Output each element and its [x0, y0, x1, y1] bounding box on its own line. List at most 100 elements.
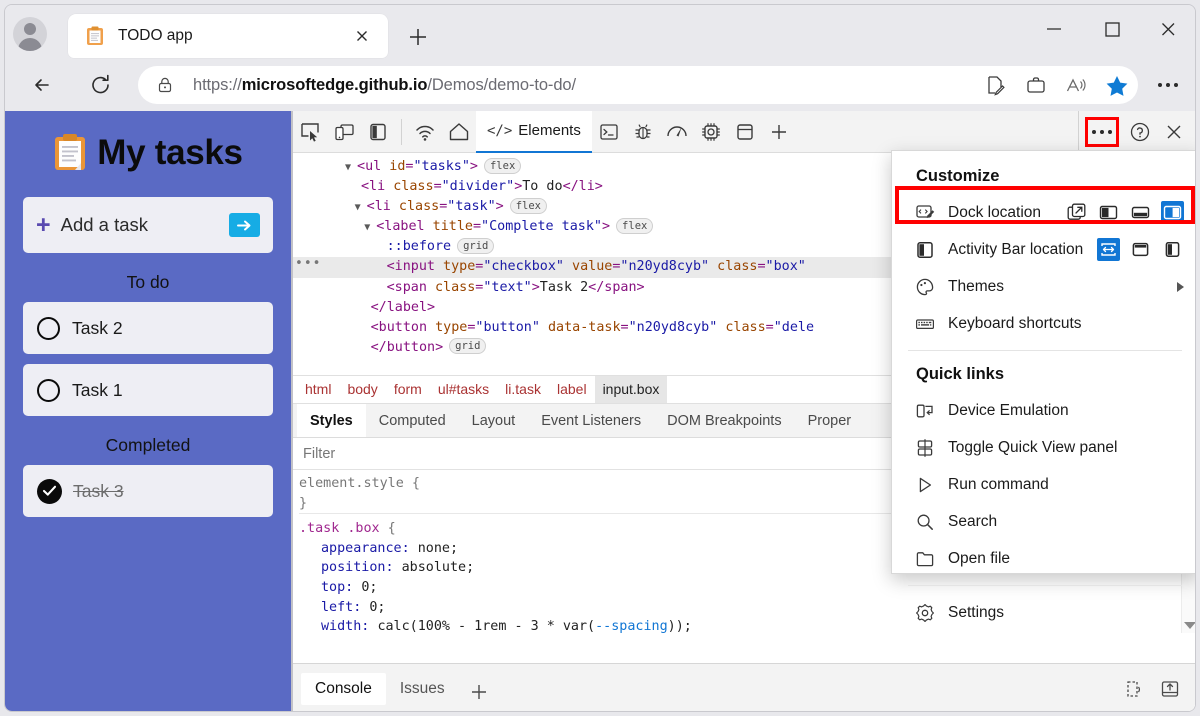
- disclosure-triangle-icon[interactable]: ▼: [345, 162, 357, 173]
- omnibox-actions: [984, 73, 1128, 97]
- close-icon[interactable]: [352, 26, 372, 46]
- activity-bar-horizontal-icon[interactable]: [1097, 238, 1120, 261]
- dom-token-txt: Task 2: [539, 279, 589, 295]
- add-task-input[interactable]: + Add a task: [23, 197, 273, 253]
- address-bar[interactable]: https://microsoftedge.github.io/Demos/de…: [138, 66, 1138, 104]
- layout-badge-grid[interactable]: grid: [449, 338, 487, 355]
- activity-bar-top-icon[interactable]: [1129, 238, 1152, 261]
- dom-token-tag: >: [495, 199, 504, 215]
- dom-token-attr: class: [398, 199, 440, 215]
- disclosure-triangle-icon[interactable]: ▼: [355, 202, 367, 213]
- drawer-tab-console[interactable]: Console: [301, 672, 386, 705]
- task-item[interactable]: Task 3: [23, 465, 273, 517]
- reload-button[interactable]: [85, 69, 117, 101]
- clipboard-favicon-icon: [86, 26, 104, 46]
- window-close-button[interactable]: [1145, 13, 1191, 45]
- menu-item-dock-location[interactable]: Dock location: [892, 194, 1195, 231]
- task-checkbox-checked-icon[interactable]: [37, 478, 62, 504]
- application-icon[interactable]: [728, 115, 762, 149]
- breadcrumb-item-li-task[interactable]: li.task: [497, 376, 549, 403]
- drawer-tab-issues[interactable]: Issues: [386, 673, 459, 705]
- dock-right-icon[interactable]: [1161, 201, 1184, 224]
- activity-bar-icon[interactable]: [361, 115, 395, 149]
- customize-devtools-button[interactable]: [1085, 117, 1119, 147]
- close-devtools-icon[interactable]: [1157, 115, 1191, 149]
- layout-badge-flex[interactable]: flex: [616, 217, 654, 234]
- new-tab-button[interactable]: [405, 24, 431, 50]
- dom-token-tag: =: [765, 319, 774, 335]
- window-controls: [1017, 5, 1195, 53]
- minimize-button[interactable]: [1031, 13, 1077, 45]
- dock-left-icon[interactable]: [1097, 201, 1120, 224]
- tab-elements[interactable]: </> Elements: [476, 111, 592, 153]
- breadcrumb-item-ul-tasks[interactable]: ul#tasks: [430, 376, 497, 403]
- collections-icon[interactable]: [1024, 73, 1048, 97]
- task-checkbox-unchecked-icon[interactable]: [37, 378, 60, 402]
- drawer-add-tab-button[interactable]: [459, 676, 499, 702]
- css-property-value: ));: [667, 619, 692, 633]
- read-aloud-icon[interactable]: [984, 73, 1008, 97]
- breadcrumb-item-html[interactable]: html: [297, 376, 339, 403]
- menu-item-device-emulation[interactable]: Device Emulation: [892, 392, 1195, 429]
- restore-drawer-icon[interactable]: [1159, 678, 1181, 700]
- layout-badge-flex[interactable]: flex: [509, 197, 547, 214]
- layout-badge-flex[interactable]: flex: [483, 157, 522, 174]
- browser-settings-more-button[interactable]: [1153, 77, 1183, 93]
- undock-icon[interactable]: [1065, 201, 1088, 224]
- dom-token-val: "divider": [441, 179, 515, 195]
- activity-bar-left-icon[interactable]: [1161, 238, 1184, 261]
- menu-item-open-file[interactable]: Open file: [892, 540, 1195, 577]
- debugger-icon[interactable]: [626, 115, 660, 149]
- dock-bottom-icon[interactable]: [1129, 201, 1152, 224]
- task-item[interactable]: Task 1: [23, 364, 273, 416]
- task-item[interactable]: Task 2: [23, 302, 273, 354]
- console-icon[interactable]: [592, 115, 626, 149]
- performance-icon[interactable]: [660, 115, 694, 149]
- disclosure-triangle-icon[interactable]: ▼: [364, 222, 376, 233]
- add-tool-button[interactable]: [762, 115, 796, 149]
- drawer-right-icons: [1123, 678, 1195, 700]
- dom-token-tag: <button: [370, 319, 428, 335]
- help-icon[interactable]: [1123, 115, 1157, 149]
- back-button[interactable]: [27, 69, 59, 101]
- breadcrumb-item-body[interactable]: body: [339, 376, 385, 403]
- favorite-star-icon[interactable]: [1104, 73, 1128, 97]
- menu-item-settings[interactable]: Settings: [892, 594, 1195, 631]
- settings-gear-icon[interactable]: [694, 115, 728, 149]
- breadcrumb-item-label[interactable]: label: [549, 376, 595, 403]
- panel-tab-styles[interactable]: Styles: [297, 404, 366, 437]
- customize-menu[interactable]: Customize Dock location Activity Bar loc…: [891, 150, 1195, 622]
- dom-row-more-icon[interactable]: •••: [295, 254, 321, 274]
- clipboard-icon: [53, 133, 87, 173]
- home-icon[interactable]: [442, 115, 476, 149]
- layout-badge-grid[interactable]: grid: [457, 237, 495, 254]
- dock-location-choices: [1065, 201, 1184, 224]
- toolbar-divider: [401, 118, 402, 145]
- network-icon[interactable]: [408, 115, 442, 149]
- panel-tab-dom-breakpoints[interactable]: DOM Breakpoints: [654, 404, 794, 437]
- device-emulation-icon[interactable]: [327, 115, 361, 149]
- breadcrumb-item-form[interactable]: form: [386, 376, 430, 403]
- menu-item-activity-bar-location[interactable]: Activity Bar location: [892, 231, 1195, 268]
- code-icon: </>: [487, 122, 513, 139]
- menu-item-search[interactable]: Search: [892, 503, 1195, 540]
- menu-item-themes[interactable]: Themes: [892, 268, 1195, 305]
- submit-task-button[interactable]: [229, 213, 260, 237]
- menu-item-keyboard-shortcuts[interactable]: Keyboard shortcuts: [892, 305, 1195, 342]
- network-conditions-icon[interactable]: [1123, 678, 1145, 700]
- inspect-element-icon[interactable]: [293, 115, 327, 149]
- panel-tab-event-listeners[interactable]: Event Listeners: [528, 404, 654, 437]
- menu-item-toggle-quick-view-panel[interactable]: Toggle Quick View panel: [892, 429, 1195, 466]
- panel-tab-computed[interactable]: Computed: [366, 404, 459, 437]
- maximize-button[interactable]: [1089, 13, 1135, 45]
- profile-avatar[interactable]: [13, 17, 47, 51]
- dom-token-sp: [427, 320, 435, 335]
- panel-tab-layout[interactable]: Layout: [459, 404, 529, 437]
- breadcrumb-item-input-box[interactable]: input.box: [594, 376, 668, 403]
- task-checkbox-unchecked-icon[interactable]: [37, 316, 60, 340]
- browser-tab[interactable]: TODO app: [68, 14, 388, 58]
- menu-item-run-command[interactable]: Run command: [892, 466, 1195, 503]
- dom-token-val: "text": [483, 279, 532, 295]
- panel-tab-proper[interactable]: Proper: [795, 404, 865, 437]
- split-screen-icon[interactable]: [1064, 73, 1088, 97]
